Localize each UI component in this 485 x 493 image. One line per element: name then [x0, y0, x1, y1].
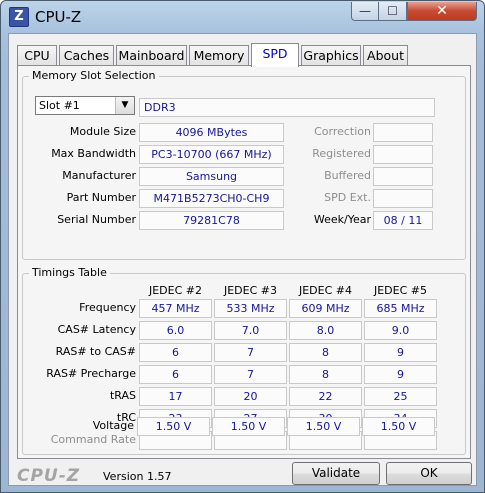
- voltage-cell: 1.50 V: [287, 417, 360, 436]
- cpuz-brand-logo: CPU-Z: [17, 466, 81, 486]
- voltage-cell: 1.50 V: [212, 417, 285, 436]
- tab-cpu[interactable]: CPU: [17, 45, 57, 65]
- slot-select-value: Slot #1: [39, 99, 80, 112]
- timing-cell: 22: [289, 387, 362, 406]
- close-button[interactable]: ✕: [407, 2, 477, 21]
- timing-cell: 8: [289, 343, 362, 362]
- spd-ext-value: [373, 189, 433, 208]
- chevron-down-icon[interactable]: ▼: [115, 97, 134, 114]
- module-size-value: 4096 MBytes: [139, 123, 284, 142]
- validate-button[interactable]: Validate: [292, 462, 380, 485]
- timing-cell: 609 MHz: [289, 299, 362, 318]
- cpuz-window: Z CPU-Z — ☐ ✕ CPU Caches Mainboard Memor…: [0, 0, 485, 493]
- timing-cell: 20: [214, 387, 287, 406]
- voltage-cell: 1.50 V: [137, 417, 210, 436]
- maximize-button[interactable]: ☐: [379, 2, 407, 21]
- timing-label: tRAS: [109, 389, 136, 402]
- timings-table-title: Timings Table: [29, 266, 110, 279]
- timing-cell: 6: [139, 343, 212, 362]
- part-number-label: Part Number: [66, 191, 136, 204]
- tab-mainboard[interactable]: Mainboard: [116, 45, 187, 65]
- memory-slot-group: Memory Slot Selection Slot #1 ▼ DDR3 Mod…: [22, 69, 466, 260]
- tab-graphics[interactable]: Graphics: [301, 45, 361, 65]
- manufacturer-label: Manufacturer: [62, 169, 136, 182]
- timing-cell: 6: [139, 365, 212, 384]
- spd-panel: Memory Slot Selection Slot #1 ▼ DDR3 Mod…: [17, 65, 471, 459]
- timing-cell: 25: [364, 387, 437, 406]
- timing-cell: 9: [364, 343, 437, 362]
- timing-cell: 6.0: [139, 321, 212, 340]
- timing-cell: 7.0: [214, 321, 287, 340]
- correction-value: [373, 123, 433, 142]
- title-bar[interactable]: Z CPU-Z — ☐ ✕: [1, 1, 484, 33]
- timing-cell: 7: [214, 365, 287, 384]
- timing-label: CAS# Latency: [57, 323, 136, 336]
- col-jedec-4: JEDEC #4: [298, 284, 352, 297]
- timing-cell: 8.0: [289, 321, 362, 340]
- ok-button[interactable]: OK: [386, 462, 472, 485]
- voltage-cell: 1.50 V: [362, 417, 435, 436]
- registered-label: Registered: [312, 147, 371, 160]
- spd-ext-label: SPD Ext.: [324, 191, 371, 204]
- tab-spd[interactable]: SPD: [251, 43, 299, 67]
- col-jedec-2: JEDEC #2: [148, 284, 202, 297]
- serial-number-value: 79281C78: [139, 211, 284, 230]
- timing-label: RAS# Precharge: [46, 367, 136, 380]
- timing-cell: 9.0: [364, 321, 437, 340]
- cpuz-app-icon: Z: [9, 7, 29, 27]
- slot-select[interactable]: Slot #1 ▼: [35, 96, 135, 115]
- timing-cell: 685 MHz: [364, 299, 437, 318]
- timing-label: RAS# to CAS#: [55, 345, 136, 358]
- timing-cell: 7: [214, 343, 287, 362]
- tab-about[interactable]: About: [363, 45, 408, 65]
- timing-cell: 17: [139, 387, 212, 406]
- timing-cell: 457 MHz: [139, 299, 212, 318]
- timing-cell: 9: [364, 365, 437, 384]
- serial-number-label: Serial Number: [57, 213, 136, 226]
- voltage-label: Voltage: [92, 419, 134, 432]
- timing-cell: 533 MHz: [214, 299, 287, 318]
- timing-label: Frequency: [79, 301, 136, 314]
- col-jedec-5: JEDEC #5: [373, 284, 427, 297]
- buffered-label: Buffered: [324, 169, 371, 182]
- module-size-label: Module Size: [69, 125, 136, 138]
- client-area: CPU Caches Mainboard Memory SPD Graphics…: [8, 33, 477, 486]
- memory-type-field: DDR3: [139, 98, 435, 117]
- part-number-value: M471B5273CH0-CH9: [139, 189, 284, 208]
- manufacturer-value: Samsung: [139, 167, 284, 186]
- week-year-label: Week/Year: [313, 213, 371, 226]
- minimize-button[interactable]: —: [351, 2, 379, 21]
- correction-label: Correction: [314, 125, 371, 138]
- tab-memory[interactable]: Memory: [189, 45, 249, 65]
- week-year-value: 08 / 11: [373, 211, 433, 230]
- version-text: Version 1.57: [103, 470, 172, 483]
- max-bandwidth-value: PC3-10700 (667 MHz): [139, 145, 284, 164]
- buffered-value: [373, 167, 433, 186]
- tab-caches[interactable]: Caches: [59, 45, 114, 65]
- window-title: CPU-Z: [35, 8, 82, 26]
- registered-value: [373, 145, 433, 164]
- col-jedec-3: JEDEC #3: [223, 284, 277, 297]
- memory-slot-title: Memory Slot Selection: [29, 69, 159, 82]
- max-bandwidth-label: Max Bandwidth: [51, 147, 136, 160]
- timing-cell: 8: [289, 365, 362, 384]
